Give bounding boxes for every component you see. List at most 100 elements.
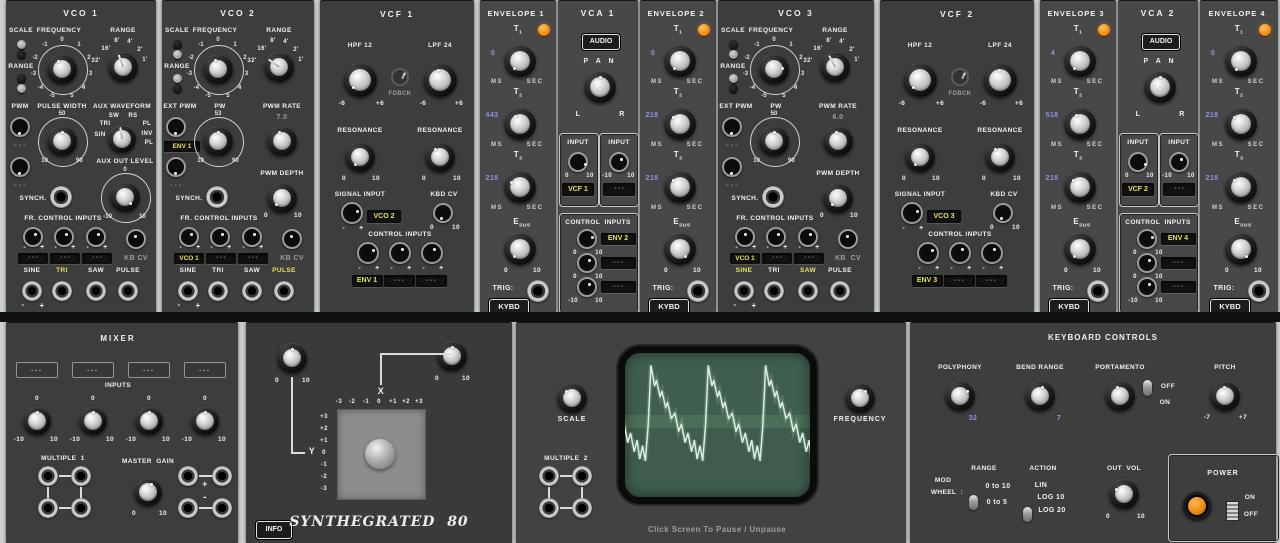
pulse-out-jack[interactable]: [830, 281, 850, 301]
out-minus-jack-2[interactable]: [212, 498, 232, 518]
mult2-jack-3[interactable]: [539, 498, 559, 518]
pw-knob[interactable]: [759, 126, 789, 156]
t2-knob[interactable]: [664, 108, 696, 140]
audio-button[interactable]: AUDIO: [582, 34, 620, 50]
t3-knob[interactable]: [504, 171, 536, 203]
range-led-down[interactable]: [16, 83, 26, 93]
pitch-knob[interactable]: [1210, 381, 1240, 411]
esus-knob[interactable]: [1225, 233, 1257, 265]
signal-input-knob[interactable]: [341, 202, 363, 224]
trig-jack[interactable]: [1248, 280, 1270, 302]
range-led-up[interactable]: [172, 73, 182, 83]
joystick-ball[interactable]: [365, 439, 395, 469]
sine-out-jack[interactable]: [22, 281, 42, 301]
master-gain-knob[interactable]: [134, 478, 162, 506]
kbd-cv-knob[interactable]: [433, 203, 453, 223]
pwm-cv1-knob[interactable]: [10, 117, 30, 137]
ctrl-cv3-knob[interactable]: [1137, 277, 1157, 297]
range-knob[interactable]: [264, 52, 294, 82]
portamento-toggle[interactable]: [1142, 380, 1152, 396]
t2-knob[interactable]: [1225, 108, 1257, 140]
trig-jack[interactable]: [1087, 280, 1109, 302]
tri-out-jack[interactable]: [764, 281, 784, 301]
trig-jack[interactable]: [527, 280, 549, 302]
frequency-knob[interactable]: [845, 383, 875, 413]
t1-knob[interactable]: [504, 45, 536, 77]
t3-knob[interactable]: [1064, 171, 1096, 203]
input1-knob[interactable]: [1128, 152, 1148, 172]
power-switch[interactable]: [1225, 501, 1239, 521]
out-minus-jack-1[interactable]: [178, 498, 198, 518]
ctrl-cv3-knob[interactable]: [577, 277, 597, 297]
input2-knob[interactable]: [609, 152, 629, 172]
range-led-down[interactable]: [172, 83, 182, 93]
scale-led-up[interactable]: [728, 39, 738, 49]
kb-cv-knob[interactable]: [282, 229, 302, 249]
power-button[interactable]: [1183, 492, 1211, 520]
input1-level-knob[interactable]: [23, 407, 51, 435]
esus-knob[interactable]: [664, 233, 696, 265]
ctrl-cv2-knob[interactable]: [1137, 253, 1157, 273]
hpf-knob[interactable]: [343, 63, 377, 97]
t1-knob[interactable]: [664, 45, 696, 77]
scale-led-up[interactable]: [172, 39, 182, 49]
aux-out-level-knob[interactable]: [110, 182, 140, 212]
hpf-knob[interactable]: [903, 63, 937, 97]
range-led-up[interactable]: [16, 73, 26, 83]
pulse-out-jack[interactable]: [274, 281, 294, 301]
ctrl-cv2-knob[interactable]: [949, 242, 971, 264]
input2-knob[interactable]: [1169, 152, 1189, 172]
ctrl-cv1-knob[interactable]: [357, 242, 379, 264]
input4-level-knob[interactable]: [191, 407, 219, 435]
joy-x-scale-knob[interactable]: [437, 341, 467, 371]
mixer-source-slot-1[interactable]: ...: [16, 362, 58, 378]
lpf-knob[interactable]: [983, 63, 1017, 97]
ext-pwm-knob1[interactable]: [166, 117, 186, 137]
oscilloscope-screen[interactable]: [618, 346, 817, 504]
pwm-rate-knob[interactable]: [823, 126, 853, 156]
resonance2-knob[interactable]: [425, 142, 455, 172]
scale-knob[interactable]: [557, 383, 587, 413]
fdbck-knob[interactable]: [391, 68, 409, 86]
mult1-jack-4[interactable]: [71, 498, 91, 518]
ctrl-cv1-knob[interactable]: [917, 242, 939, 264]
resonance2-knob[interactable]: [985, 142, 1015, 172]
pw-knob[interactable]: [203, 126, 233, 156]
resonance1-knob[interactable]: [905, 142, 935, 172]
aux-waveform-knob[interactable]: [108, 125, 136, 153]
synch-jack[interactable]: [206, 186, 228, 208]
scale-led-up[interactable]: [16, 39, 26, 49]
mult1-jack-1[interactable]: [38, 466, 58, 486]
input2-level-knob[interactable]: [79, 407, 107, 435]
frequency-knob[interactable]: [47, 54, 77, 84]
synch-jack[interactable]: [762, 186, 784, 208]
t1-knob[interactable]: [1064, 45, 1096, 77]
saw-out-jack[interactable]: [242, 281, 262, 301]
range-led-up[interactable]: [728, 73, 738, 83]
ctrl-cv2-knob[interactable]: [389, 242, 411, 264]
pan-knob[interactable]: [584, 71, 616, 103]
ext-pwm-knob2[interactable]: [722, 157, 742, 177]
portamento-knob[interactable]: [1105, 381, 1135, 411]
tri-out-jack[interactable]: [52, 281, 72, 301]
resonance1-knob[interactable]: [345, 142, 375, 172]
mod-wheel-range-toggle[interactable]: [968, 495, 978, 510]
pwm-cv2-knob[interactable]: [10, 157, 30, 177]
pwm-rate-knob[interactable]: [267, 126, 297, 156]
frequency-knob[interactable]: [203, 54, 233, 84]
saw-out-jack[interactable]: [798, 281, 818, 301]
tri-out-jack[interactable]: [208, 281, 228, 301]
kbd-cv-knob[interactable]: [993, 203, 1013, 223]
mult2-jack-4[interactable]: [572, 498, 592, 518]
mult2-jack-2[interactable]: [572, 466, 592, 486]
ctrl-cv3-knob[interactable]: [421, 242, 443, 264]
t3-knob[interactable]: [664, 171, 696, 203]
kb-cv-knob[interactable]: [126, 229, 146, 249]
input1-knob[interactable]: [568, 152, 588, 172]
pwm-depth-knob[interactable]: [267, 183, 297, 213]
pulse-out-jack[interactable]: [118, 281, 138, 301]
info-button[interactable]: INFO: [256, 521, 292, 539]
bend-range-knob[interactable]: [1025, 381, 1055, 411]
mixer-source-slot-4[interactable]: ...: [184, 362, 226, 378]
polyphony-knob[interactable]: [945, 381, 975, 411]
